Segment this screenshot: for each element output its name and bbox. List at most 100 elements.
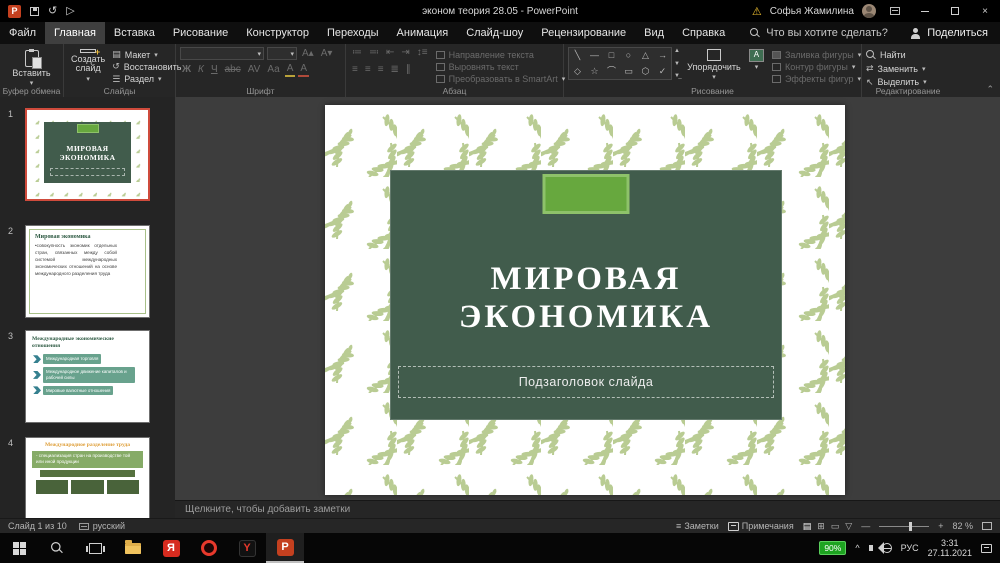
taskbar-search-button[interactable]: [38, 533, 76, 563]
powerpoint-taskbar-button[interactable]: P: [266, 533, 304, 563]
tell-me-search[interactable]: Что вы хотите сделать?: [750, 22, 888, 44]
tab-insert[interactable]: Вставка: [105, 22, 164, 44]
find-button[interactable]: Найти: [866, 49, 950, 62]
text-direction-button[interactable]: Направление текста: [436, 49, 566, 60]
tab-design[interactable]: Конструктор: [237, 22, 318, 44]
strikethrough-button[interactable]: abc: [223, 64, 243, 76]
zoom-slider-thumb[interactable]: [909, 522, 912, 531]
volume-icon[interactable]: [869, 545, 873, 551]
tab-help[interactable]: Справка: [673, 22, 734, 44]
increase-indent-icon[interactable]: ⇥: [399, 47, 411, 59]
line-spacing-icon[interactable]: ↕≡: [415, 47, 430, 59]
notes-toggle[interactable]: ≡Заметки: [676, 521, 719, 531]
fit-to-window-icon[interactable]: [982, 522, 992, 530]
tab-view[interactable]: Вид: [635, 22, 673, 44]
numbering-icon[interactable]: ≕: [367, 47, 381, 59]
language-indicator[interactable]: русский: [79, 521, 125, 531]
increase-font-icon[interactable]: А▴: [300, 48, 316, 60]
opera-button[interactable]: [190, 533, 228, 563]
slide-sorter-view-icon[interactable]: ⊞: [817, 521, 825, 532]
comments-toggle[interactable]: Примечания: [728, 521, 794, 531]
start-slideshow-icon[interactable]: ▷: [66, 6, 74, 17]
clock[interactable]: 3:31 27.11.2021: [928, 538, 972, 558]
align-center-icon[interactable]: ≡: [363, 64, 373, 76]
layout-button[interactable]: ▤Макет▾: [112, 49, 181, 60]
zoom-level[interactable]: 82 %: [952, 521, 973, 531]
file-explorer-button[interactable]: [114, 533, 152, 563]
slide-2-preview[interactable]: Мировая экономика •совокупность экономик…: [25, 225, 150, 318]
shapes-gallery[interactable]: ╲—□○△→ ◇☆⌒▭⬡✓: [568, 47, 672, 80]
save-icon[interactable]: [30, 7, 39, 16]
shape-outline-button[interactable]: Контур фигуры▾: [772, 61, 861, 72]
thumbnail-slide-3[interactable]: 3 Международные экономические отношения …: [25, 330, 150, 423]
thumbnail-slide-4[interactable]: 4 Международное разделение труда - специ…: [25, 437, 150, 518]
collapse-ribbon-icon[interactable]: ⌃: [986, 84, 994, 95]
font-size-combo[interactable]: ▾: [267, 47, 297, 60]
align-right-icon[interactable]: ≡: [376, 64, 386, 76]
minimize-button[interactable]: [914, 0, 936, 22]
reset-button[interactable]: ↺Восстановить: [112, 61, 181, 72]
yandex-browser-button[interactable]: Я: [152, 533, 190, 563]
zoom-slider[interactable]: [879, 526, 929, 527]
notes-pane[interactable]: Щелкните, чтобы добавить заметки: [175, 500, 1000, 518]
shape-effects-button[interactable]: Эффекты фигур▾: [772, 74, 861, 85]
tab-draw[interactable]: Рисование: [164, 22, 237, 44]
highlight-color-icon[interactable]: А: [285, 63, 296, 77]
italic-button[interactable]: К: [196, 64, 206, 76]
title-slide-panel[interactable]: МИРОВАЯ ЭКОНОМИКА Подзаголовок слайда: [390, 170, 782, 420]
action-center-icon[interactable]: [981, 544, 992, 553]
columns-icon[interactable]: ∥: [404, 64, 413, 76]
warning-icon[interactable]: ⚠: [752, 5, 762, 18]
yandex-app-button[interactable]: Y: [228, 533, 266, 563]
reading-view-icon[interactable]: ▭: [831, 521, 840, 532]
quick-styles-button[interactable]: А ▾: [746, 47, 767, 85]
decrease-font-icon[interactable]: А▾: [319, 48, 335, 60]
slide-1-preview[interactable]: МИРОВАЯ ЭКОНОМИКА: [25, 108, 150, 201]
underline-button[interactable]: Ч: [209, 64, 220, 76]
battery-badge[interactable]: 90%: [819, 541, 846, 555]
new-slide-button[interactable]: Создать слайд▾: [68, 47, 108, 85]
tab-review[interactable]: Рецензирование: [532, 22, 635, 44]
task-view-button[interactable]: [76, 533, 114, 563]
zoom-in-icon[interactable]: +: [938, 521, 943, 531]
close-button[interactable]: ×: [974, 0, 996, 22]
shape-fill-button[interactable]: Заливка фигуры▾: [772, 49, 861, 60]
slideshow-view-icon[interactable]: ▽: [845, 521, 852, 532]
tab-home[interactable]: Главная: [45, 22, 105, 44]
tab-transitions[interactable]: Переходы: [318, 22, 388, 44]
subtitle-placeholder[interactable]: Подзаголовок слайда: [398, 366, 774, 398]
undo-icon[interactable]: ↺: [48, 6, 57, 17]
character-spacing-icon[interactable]: AV: [246, 64, 263, 76]
normal-view-icon[interactable]: ▤: [803, 521, 812, 532]
font-color-icon[interactable]: А: [298, 63, 309, 77]
tab-animations[interactable]: Анимация: [388, 22, 458, 44]
slide-canvas[interactable]: МИРОВАЯ ЭКОНОМИКА Подзаголовок слайда: [325, 105, 845, 495]
slide-4-preview[interactable]: Международное разделение труда - специал…: [25, 437, 150, 518]
align-left-icon[interactable]: ≡: [350, 64, 360, 76]
start-button[interactable]: [0, 533, 38, 563]
tab-slideshow[interactable]: Слайд-шоу: [457, 22, 532, 44]
maximize-button[interactable]: [944, 0, 966, 22]
change-case-button[interactable]: Аа: [265, 64, 281, 76]
input-language[interactable]: РУС: [901, 543, 919, 553]
green-rectangle-shape[interactable]: [543, 174, 630, 214]
share-button[interactable]: Поделиться: [898, 22, 1000, 44]
thumbnail-slide-1[interactable]: 1 МИРОВАЯ ЭКОНОМИКА: [25, 108, 150, 201]
ribbon-display-options-icon[interactable]: [884, 0, 906, 22]
decrease-indent-icon[interactable]: ⇤: [384, 47, 396, 59]
slide-counter[interactable]: Слайд 1 из 10: [8, 521, 67, 531]
bullets-icon[interactable]: ≔: [350, 47, 364, 59]
slide-3-preview[interactable]: Международные экономические отношения Ме…: [25, 330, 150, 423]
replace-button[interactable]: ⇄Заменить▾: [866, 63, 950, 76]
section-button[interactable]: ☰Раздел▾: [112, 74, 181, 85]
zoom-out-icon[interactable]: —: [861, 521, 870, 531]
justify-icon[interactable]: ≣: [389, 64, 401, 76]
user-name[interactable]: Софья Жамилина: [770, 6, 854, 17]
arrange-button[interactable]: Упорядочить▾: [687, 47, 741, 85]
slide-title-text[interactable]: МИРОВАЯ ЭКОНОМИКА: [390, 260, 782, 336]
network-icon[interactable]: [882, 543, 892, 553]
align-text-button[interactable]: Выровнять текст: [436, 61, 566, 72]
thumbnail-slide-2[interactable]: 2 Мировая экономика •совокупность эконом…: [25, 225, 150, 318]
paste-button[interactable]: Вставить▾: [4, 47, 59, 90]
smartart-button[interactable]: Преобразовать в SmartArt▾: [436, 74, 566, 85]
